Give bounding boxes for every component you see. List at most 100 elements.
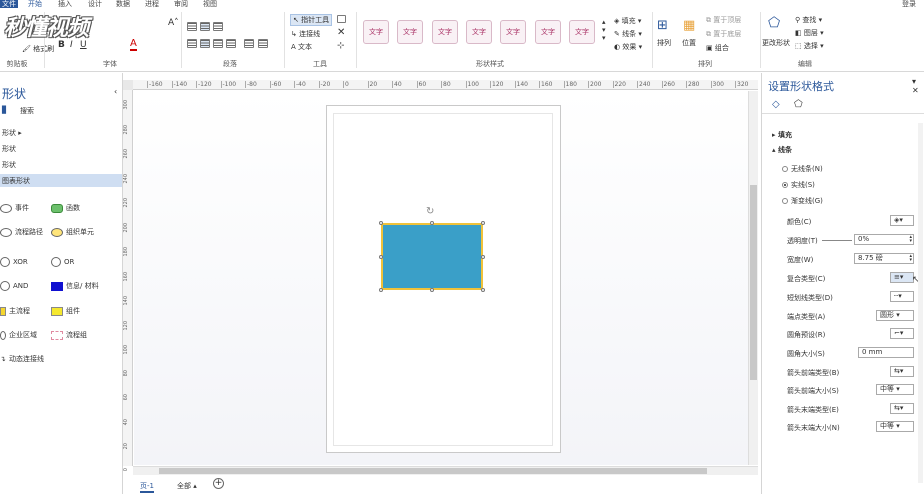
resize-handle[interactable] <box>379 221 383 225</box>
style-thumb[interactable]: 文字 <box>397 20 423 44</box>
align-center-icon[interactable] <box>200 39 210 48</box>
position-icon[interactable]: ▦ <box>683 18 695 33</box>
change-shape-icon[interactable]: ⬠ <box>768 15 780 31</box>
bring-front-button[interactable]: ⧉ 置于顶层 <box>706 15 741 25</box>
selected-rectangle-shape[interactable] <box>381 223 483 290</box>
shape-item[interactable]: 组织单元 <box>51 227 94 237</box>
group-button[interactable]: ▣ 组合 <box>706 43 729 53</box>
effects-tab-icon[interactable]: ⬠ <box>794 99 803 110</box>
vertical-scrollbar[interactable] <box>748 91 758 465</box>
resize-handle[interactable] <box>481 255 485 259</box>
shape-item[interactable]: 主流程 <box>0 306 30 316</box>
font-grow-button[interactable]: A˄ <box>168 18 179 28</box>
shape-item[interactable]: 流程组 <box>51 330 87 340</box>
effect-button[interactable]: ◐ 效果 ▾ <box>614 42 642 52</box>
resize-handle[interactable] <box>481 221 485 225</box>
solid-line-radio[interactable]: 实线(S) <box>782 180 815 190</box>
change-shape-button[interactable]: 更改形状 <box>762 38 790 48</box>
join-preset-dropdown[interactable]: ⌐▾ <box>890 328 914 339</box>
style-thumb[interactable]: 文字 <box>569 20 595 44</box>
fill-line-tab-icon[interactable]: ◇ <box>772 99 780 110</box>
add-page-icon[interactable]: + <box>213 478 224 489</box>
category-item[interactable]: 形状 <box>2 160 16 170</box>
scroll-thumb[interactable] <box>159 468 707 474</box>
category-item-selected[interactable]: 图表形状 <box>0 174 122 187</box>
no-line-radio[interactable]: 无线条(N) <box>782 164 823 174</box>
menu-file[interactable]: 文件 <box>0 0 18 8</box>
tab-insert[interactable]: 插入 <box>58 0 72 8</box>
justify-icon[interactable] <box>226 39 236 48</box>
shape-item[interactable]: AND <box>0 281 28 291</box>
tab-view[interactable]: 视图 <box>203 0 217 8</box>
resize-handle[interactable] <box>379 288 383 292</box>
tab-design[interactable]: 设计 <box>88 0 102 8</box>
compound-type-dropdown[interactable]: ≡▾ <box>890 272 914 283</box>
position-button[interactable]: 位置 <box>682 38 696 48</box>
spinner-icon[interactable]: ▴ ▾ <box>909 235 913 244</box>
align-right-icon[interactable] <box>213 39 223 48</box>
resize-handle[interactable] <box>379 255 383 259</box>
font-color-button[interactable]: A <box>130 38 137 51</box>
tab-search[interactable]: 搜索 <box>20 106 34 116</box>
dash-type-dropdown[interactable]: ┄▾ <box>890 291 914 302</box>
all-pages-button[interactable]: 全部 ▴ <box>177 481 197 491</box>
arrange-button[interactable]: 排列 <box>657 38 671 48</box>
transparency-input[interactable]: 0% ▴ ▾ <box>854 234 914 245</box>
shape-item[interactable]: OR <box>51 257 74 267</box>
select-button[interactable]: ⬚ 选择 ▾ <box>795 41 824 51</box>
resize-handle[interactable] <box>481 288 485 292</box>
collapse-icon[interactable]: ‹ <box>114 87 117 96</box>
spinner-icon[interactable]: ▴ ▾ <box>909 254 913 263</box>
align-left-icon[interactable] <box>187 39 197 48</box>
horizontal-scrollbar[interactable] <box>133 466 758 475</box>
category-item[interactable]: 形状 ▸ <box>2 128 22 138</box>
scroll-thumb[interactable] <box>750 185 757 380</box>
fill-section-header[interactable]: ▸ 填充 <box>772 130 792 140</box>
find-button[interactable]: ⚲ 查找 ▾ <box>795 15 822 25</box>
style-thumb[interactable]: 文字 <box>535 20 561 44</box>
pointer-tool-button[interactable]: ↖ 指针工具 <box>290 14 333 26</box>
line-section-header[interactable]: ▴ 线条 <box>772 145 792 155</box>
end-arrow-size-dropdown[interactable]: 中等 ▾ <box>876 421 914 432</box>
send-back-button[interactable]: ⧉ 置于底层 <box>706 29 741 39</box>
pane-options-icon[interactable]: ▾ ✕ <box>912 77 924 95</box>
tab-data[interactable]: 数据 <box>116 0 130 8</box>
increase-indent-icon[interactable] <box>258 39 268 48</box>
gradient-line-radio[interactable]: 渐变线(G) <box>782 196 823 206</box>
line-button[interactable]: ✎ 线条 ▾ <box>614 29 642 39</box>
shape-item[interactable]: 函数 <box>51 203 80 213</box>
tab-process[interactable]: 进程 <box>145 0 159 8</box>
tab-home[interactable]: 开始 <box>28 0 42 8</box>
category-item[interactable]: 形状 <box>2 144 16 154</box>
arrange-icon[interactable]: ⊞ <box>657 18 668 33</box>
join-size-input[interactable]: 0 mm <box>858 347 914 358</box>
transparency-slider[interactable] <box>822 240 852 241</box>
decrease-indent-icon[interactable] <box>244 39 254 48</box>
resize-handle[interactable] <box>430 288 434 292</box>
layer-button[interactable]: ◧ 图层 ▾ <box>795 28 824 38</box>
login-link[interactable]: 登录 <box>902 0 916 8</box>
shape-item[interactable]: 事件 <box>0 203 29 213</box>
page-tab[interactable]: 页-1 <box>140 481 154 493</box>
style-thumb[interactable]: 文字 <box>466 20 492 44</box>
tab-more-shapes[interactable]: ▊ <box>2 106 7 114</box>
tab-review[interactable]: 审阅 <box>174 0 188 8</box>
width-input[interactable]: 8.75 磅 ▴ ▾ <box>854 253 914 264</box>
begin-arrow-size-dropdown[interactable]: 中等 ▾ <box>876 384 914 395</box>
gallery-scroll-button[interactable]: ▴ ▾ ▾ <box>602 18 606 42</box>
connector-button[interactable]: ↳ 连接线 <box>291 29 320 39</box>
style-thumb[interactable]: 文字 <box>432 20 458 44</box>
resize-handle[interactable] <box>430 221 434 225</box>
color-dropdown[interactable]: ◈▾ <box>890 215 914 226</box>
shape-item[interactable]: 企业区域 <box>0 330 37 340</box>
align-top-icon[interactable] <box>187 22 197 31</box>
shape-item[interactable]: 信息/ 材料 <box>51 281 99 291</box>
fill-button[interactable]: ◈ 填充 ▾ <box>614 16 641 26</box>
rectangle-icon[interactable] <box>337 15 346 23</box>
begin-arrow-type-dropdown[interactable]: ⇆▾ <box>890 366 914 377</box>
rotate-handle-icon[interactable]: ↻ <box>426 206 434 217</box>
align-bottom-icon[interactable] <box>213 22 223 31</box>
shape-item[interactable]: XOR <box>0 257 28 267</box>
connection-point-icon[interactable]: ⊹ <box>337 41 345 51</box>
shape-item[interactable]: ↴ 动态连接线 <box>0 354 44 364</box>
